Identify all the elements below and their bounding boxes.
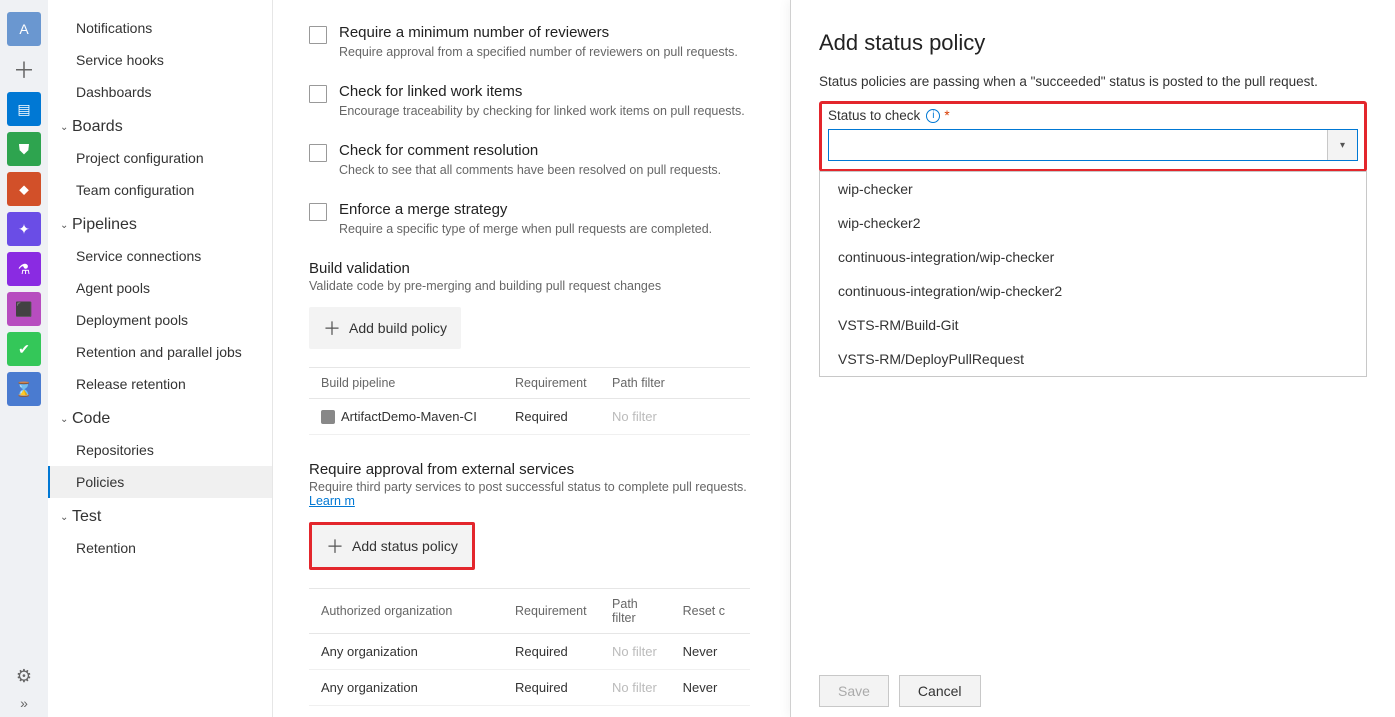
section-title: Build validation [309, 260, 750, 277]
dropdown-option[interactable]: continuous-integration/wip-checker [820, 240, 1366, 274]
highlight-add-status-policy: ＋ Add status policy [309, 522, 475, 570]
sidebar-item[interactable]: Policies [48, 466, 272, 498]
sidebar-item[interactable]: Team configuration [48, 174, 272, 206]
sidebar-section-head[interactable]: ⌄Test [48, 498, 272, 532]
section-label: Boards [72, 118, 123, 136]
add-build-policy-button[interactable]: ＋ Add build policy [309, 307, 461, 349]
status-to-check-input[interactable] [829, 130, 1327, 160]
iconbar-tile-8[interactable]: ✔ [7, 332, 41, 366]
plus-icon: ＋ [326, 533, 344, 559]
table-row[interactable]: ArtifactDemo-Maven-CIRequiredNo filter [309, 399, 750, 435]
section-desc: Validate code by pre-merging and buildin… [309, 279, 750, 293]
policy-title: Check for linked work items [339, 83, 745, 100]
table-row[interactable]: Any organizationRequiredNo filterNever [309, 634, 750, 670]
policy-checkbox[interactable] [309, 85, 327, 103]
sidebar-item[interactable]: Deployment pools [48, 304, 272, 336]
sidebar-section-head[interactable]: ⌄Code [48, 400, 272, 434]
cancel-button[interactable]: Cancel [899, 675, 981, 707]
dropdown-option[interactable]: VSTS-RM/Build-Git [820, 308, 1366, 342]
policy-title: Enforce a merge strategy [339, 201, 712, 218]
sidebar-item[interactable]: Retention [48, 532, 272, 564]
dropdown-option[interactable]: wip-checker [820, 172, 1366, 206]
settings-sidebar: NotificationsService hooksDashboards ⌄Bo… [48, 0, 273, 717]
status-policy-section: Require approval from external services … [309, 461, 750, 706]
policy-title: Check for comment resolution [339, 142, 721, 159]
add-status-policy-panel: Add status policy Status policies are pa… [790, 0, 1395, 717]
settings-gear-icon[interactable]: ⚙ [16, 666, 32, 687]
policy-checkbox[interactable] [309, 144, 327, 162]
chevron-down-icon: ⌄ [60, 122, 72, 133]
policy-checkbox[interactable] [309, 26, 327, 44]
chevron-down-icon[interactable]: ▾ [1327, 130, 1357, 160]
highlight-status-to-check: Status to check i * ▾ [819, 101, 1367, 172]
policy-desc: Encourage traceability by checking for l… [339, 104, 745, 118]
policy-row: Check for linked work items Encourage tra… [309, 83, 750, 118]
learn-more-link[interactable]: Learn m [309, 494, 355, 508]
dropdown-option[interactable]: continuous-integration/wip-checker2 [820, 274, 1366, 308]
info-icon[interactable]: i [926, 109, 940, 123]
main-content: Require a minimum number of reviewers Req… [273, 0, 790, 717]
iconbar-tile-6[interactable]: ⚗ [7, 252, 41, 286]
add-status-policy-button[interactable]: ＋ Add status policy [312, 525, 472, 567]
sidebar-item[interactable]: Agent pools [48, 272, 272, 304]
iconbar-tile-5[interactable]: ✦ [7, 212, 41, 246]
pipeline-icon [321, 410, 335, 424]
plus-icon: ＋ [323, 315, 341, 341]
left-iconbar: A ＋ ▤ ⛊ ⬥ ✦ ⚗ ⬛ ✔ ⌛ ⚙ » [0, 0, 48, 717]
chevron-down-icon: ⌄ [60, 512, 72, 523]
expand-chevrons-icon[interactable]: » [20, 695, 28, 711]
iconbar-tile-0[interactable]: A [7, 12, 41, 46]
save-button[interactable]: Save [819, 675, 889, 707]
iconbar-tile-3[interactable]: ⛊ [7, 132, 41, 166]
iconbar-tile-7[interactable]: ⬛ [7, 292, 41, 326]
dropdown-option[interactable]: wip-checker2 [820, 206, 1366, 240]
panel-title: Add status policy [819, 30, 1367, 56]
dropdown-option[interactable]: VSTS-RM/DeployPullRequest [820, 342, 1366, 376]
sidebar-item[interactable]: Retention and parallel jobs [48, 336, 272, 368]
iconbar-tile-9[interactable]: ⌛ [7, 372, 41, 406]
build-policy-table: Build pipeline Requirement Path filter A… [309, 367, 750, 435]
section-label: Test [72, 508, 101, 526]
sidebar-item[interactable]: Service hooks [48, 44, 272, 76]
status-policy-table: Authorized organization Requirement Path… [309, 588, 750, 706]
sidebar-section-head[interactable]: ⌄Boards [48, 108, 272, 142]
iconbar-tile-2[interactable]: ▤ [7, 92, 41, 126]
policy-desc: Require a specific type of merge when pu… [339, 222, 712, 236]
section-desc: Require third party services to post suc… [309, 480, 750, 508]
sidebar-item[interactable]: Release retention [48, 368, 272, 400]
policy-checkbox[interactable] [309, 203, 327, 221]
sidebar-item[interactable]: Service connections [48, 240, 272, 272]
policy-row: Enforce a merge strategy Require a specif… [309, 201, 750, 236]
status-dropdown-list: wip-checkerwip-checker2continuous-integr… [819, 171, 1367, 377]
sidebar-item[interactable]: Project configuration [48, 142, 272, 174]
section-title: Require approval from external services [309, 461, 750, 478]
iconbar-tile-4[interactable]: ⬥ [7, 172, 41, 206]
chevron-down-icon: ⌄ [60, 220, 72, 231]
policy-row: Check for comment resolution Check to see… [309, 142, 750, 177]
sidebar-item[interactable]: Repositories [48, 434, 272, 466]
sidebar-item[interactable]: Dashboards [48, 76, 272, 108]
build-validation-section: Build validation Validate code by pre-me… [309, 260, 750, 435]
section-label: Code [72, 410, 110, 428]
chevron-down-icon: ⌄ [60, 414, 72, 425]
table-row[interactable]: Any organizationRequiredNo filterNever [309, 670, 750, 706]
required-indicator: * [944, 108, 949, 123]
field-label: Status to check i * [828, 108, 1358, 123]
sidebar-section-head[interactable]: ⌄Pipelines [48, 206, 272, 240]
policy-desc: Check to see that all comments have been… [339, 163, 721, 177]
policy-title: Require a minimum number of reviewers [339, 24, 738, 41]
sidebar-item[interactable]: Notifications [48, 12, 272, 44]
iconbar-tile-1[interactable]: ＋ [7, 52, 41, 86]
section-label: Pipelines [72, 216, 137, 234]
policy-desc: Require approval from a specified number… [339, 45, 738, 59]
panel-intro: Status policies are passing when a "succ… [819, 74, 1367, 89]
status-to-check-combobox[interactable]: ▾ [828, 129, 1358, 161]
policy-row: Require a minimum number of reviewers Req… [309, 24, 750, 59]
